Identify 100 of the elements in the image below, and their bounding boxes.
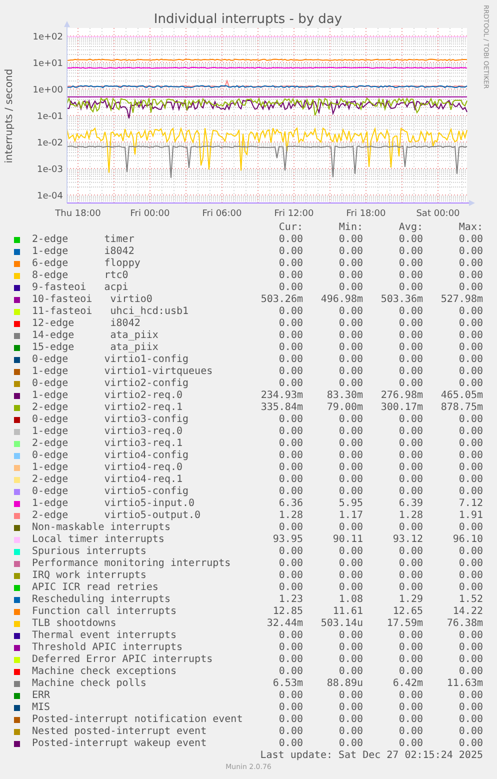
value-cell-text: 0.00 xyxy=(278,738,303,750)
value-cell-text: 0.00 xyxy=(398,330,423,342)
value-cell-text: 0.00 xyxy=(398,666,423,678)
legend-label: MIS xyxy=(32,702,52,714)
value-cell-text: 0.00 xyxy=(338,426,363,438)
value-cell-text: 0.00 xyxy=(278,354,303,366)
legend-label: 1-edge virtio4-req.0 xyxy=(32,462,184,474)
value-cell-text: 0.00 xyxy=(398,558,423,570)
value-cell-text: 0.00 xyxy=(458,714,483,726)
value-cell-text: 0.00 xyxy=(458,378,483,390)
value-cell-text: 0.00 xyxy=(458,438,483,450)
legend-label: 2-edge timer xyxy=(32,234,136,246)
value-cell-text: 0.00 xyxy=(458,642,483,654)
legend-label: 2-edge virtio5-output.0 xyxy=(32,510,202,522)
value-cell-text: 0.00 xyxy=(338,258,363,270)
value-cell-text: 0.00 xyxy=(278,666,303,678)
value-cell-text: 1.52 xyxy=(458,594,483,606)
legend-label: 6-edge floppy xyxy=(32,258,142,270)
legend-label: Posted-interrupt wakeup event xyxy=(32,738,208,750)
value-cell-text: 0.00 xyxy=(278,330,303,342)
value-cell-text: 0.00 xyxy=(338,354,363,366)
value-cell-text: 0.00 xyxy=(338,378,363,390)
legend-label: 1-edge virtio3-req.0 xyxy=(32,426,184,438)
value-cell-text: 83.30m xyxy=(326,390,363,402)
legend-label: 1-edge virtio1-virtqueues xyxy=(32,366,214,378)
value-cell-text: 0.00 xyxy=(398,234,423,246)
value-cell-text: 6.36 xyxy=(278,498,303,510)
value-cell-text: 0.00 xyxy=(278,282,303,294)
legend-label: Deferred Error APIC interrupts xyxy=(32,654,214,666)
value-cell-text: 14.22 xyxy=(452,606,483,618)
legend-label: 0-edge virtio1-config xyxy=(32,354,190,366)
value-cell-text: 0.00 xyxy=(278,270,303,282)
legend-label: Threshold APIC interrupts xyxy=(32,642,184,654)
value-cell-text: 0.00 xyxy=(278,426,303,438)
value-cell-text: 0.00 xyxy=(338,702,363,714)
value-cell-text: 6.39 xyxy=(398,498,423,510)
value-cell-text: 0.00 xyxy=(398,306,423,318)
legend-label: 2-edge virtio2-req.1 xyxy=(32,402,184,414)
value-cell-text: 0.00 xyxy=(338,582,363,594)
legend-label: 0-edge virtio3-config xyxy=(32,414,190,426)
value-cell-text: 0.00 xyxy=(278,546,303,558)
value-cell-text: 0.00 xyxy=(278,234,303,246)
value-cell-text: 0.00 xyxy=(278,450,303,462)
value-cell-text: 0.00 xyxy=(278,654,303,666)
value-cell-text: 1.91 xyxy=(458,510,483,522)
value-cell-text: 93.12 xyxy=(392,534,423,546)
value-cell-text: 0.00 xyxy=(458,666,483,678)
value-cell-text: 0.00 xyxy=(338,462,363,474)
value-cell-text: 0.00 xyxy=(278,414,303,426)
axis-tick-label: Sat 00:00 xyxy=(416,209,460,219)
column-header: Max: xyxy=(458,222,483,234)
legend-label: Nested posted-interrupt event xyxy=(32,726,208,738)
value-cell-text: 503.26m xyxy=(260,294,303,306)
value-cell-text: 0.00 xyxy=(278,318,303,330)
value-cell-text: 0.00 xyxy=(278,570,303,582)
value-cell-text: 0.00 xyxy=(398,246,423,258)
value-cell-text: 0.00 xyxy=(398,282,423,294)
value-cell-text: 0.00 xyxy=(458,414,483,426)
value-cell-text: 0.00 xyxy=(458,474,483,486)
legend-label: Spurious interrupts xyxy=(32,546,148,558)
value-cell-text: 76.38m xyxy=(446,618,483,630)
value-cell-text: 0.00 xyxy=(458,738,483,750)
value-cell-text: 0.00 xyxy=(338,330,363,342)
value-cell-text: 0.00 xyxy=(398,462,423,474)
axis-tick-label: 1e+00 xyxy=(32,86,63,96)
value-cell-text: 0.00 xyxy=(398,426,423,438)
legend-label: ERR xyxy=(32,690,52,702)
value-cell-text: 0.00 xyxy=(278,438,303,450)
value-cell-text: 0.00 xyxy=(398,438,423,450)
legend-label: Non-maskable interrupts xyxy=(32,522,172,534)
last-update-text: Last update: Sat Dec 27 02:15:24 2025 xyxy=(260,750,483,761)
value-cell-text: 0.00 xyxy=(338,714,363,726)
value-cell-text: 0.00 xyxy=(338,342,363,354)
value-cell-text: 0.00 xyxy=(398,342,423,354)
value-cell-text: 0.00 xyxy=(398,474,423,486)
axis-tick-label: Fri 18:00 xyxy=(346,209,386,219)
value-cell-text: 0.00 xyxy=(458,558,483,570)
value-cell-text: 0.00 xyxy=(278,726,303,738)
legend-label: 0-edge virtio5-config xyxy=(32,486,190,498)
value-cell-text: 0.00 xyxy=(398,642,423,654)
value-cell-text: 0.00 xyxy=(458,546,483,558)
value-cell-text: 0.00 xyxy=(398,414,423,426)
value-cell-text: 0.00 xyxy=(398,450,423,462)
value-cell-text: 0.00 xyxy=(398,582,423,594)
value-cell-text: 5.95 xyxy=(338,498,363,510)
value-cell-text: 1.29 xyxy=(398,594,423,606)
legend-label: Posted-interrupt notification event xyxy=(32,714,243,726)
axis-tick-label: 1e+02 xyxy=(32,32,63,42)
value-cell-text: 0.00 xyxy=(338,690,363,702)
value-cell-text: 7.12 xyxy=(458,498,483,510)
value-cell-text: 0.00 xyxy=(398,690,423,702)
value-cell-text: 0.00 xyxy=(398,714,423,726)
legend-label: Machine check polls xyxy=(32,678,148,690)
value-cell-text: 0.00 xyxy=(338,642,363,654)
value-cell-text: 496.98m xyxy=(320,294,363,306)
axis-tick-label: Fri 06:00 xyxy=(202,209,242,219)
value-cell-text: 0.00 xyxy=(458,258,483,270)
axis-tick-label: 1e+01 xyxy=(32,59,63,69)
legend-label: 9-fasteoi acpi xyxy=(32,282,130,294)
value-cell-text: 0.00 xyxy=(398,570,423,582)
